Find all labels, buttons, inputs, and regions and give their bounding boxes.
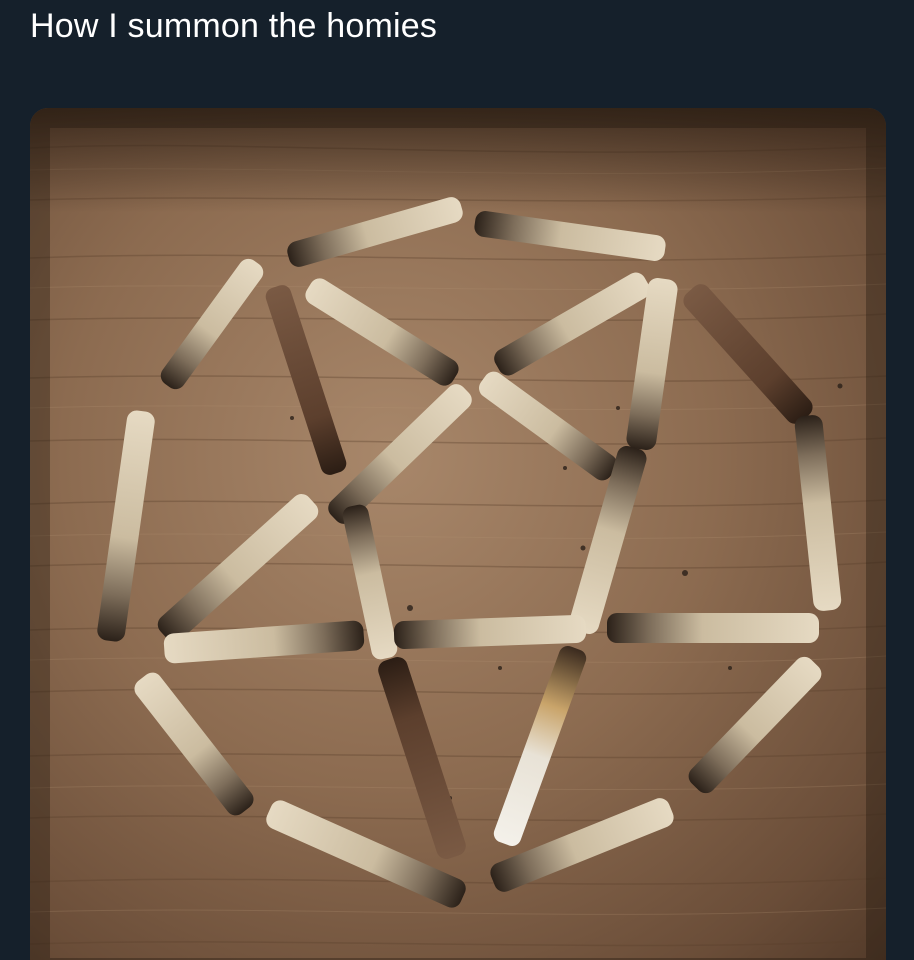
tweet-post: How I summon the homies	[0, 0, 914, 960]
photo-image	[30, 108, 886, 960]
post-photo[interactable]	[30, 108, 886, 960]
post-caption: How I summon the homies	[30, 7, 438, 45]
